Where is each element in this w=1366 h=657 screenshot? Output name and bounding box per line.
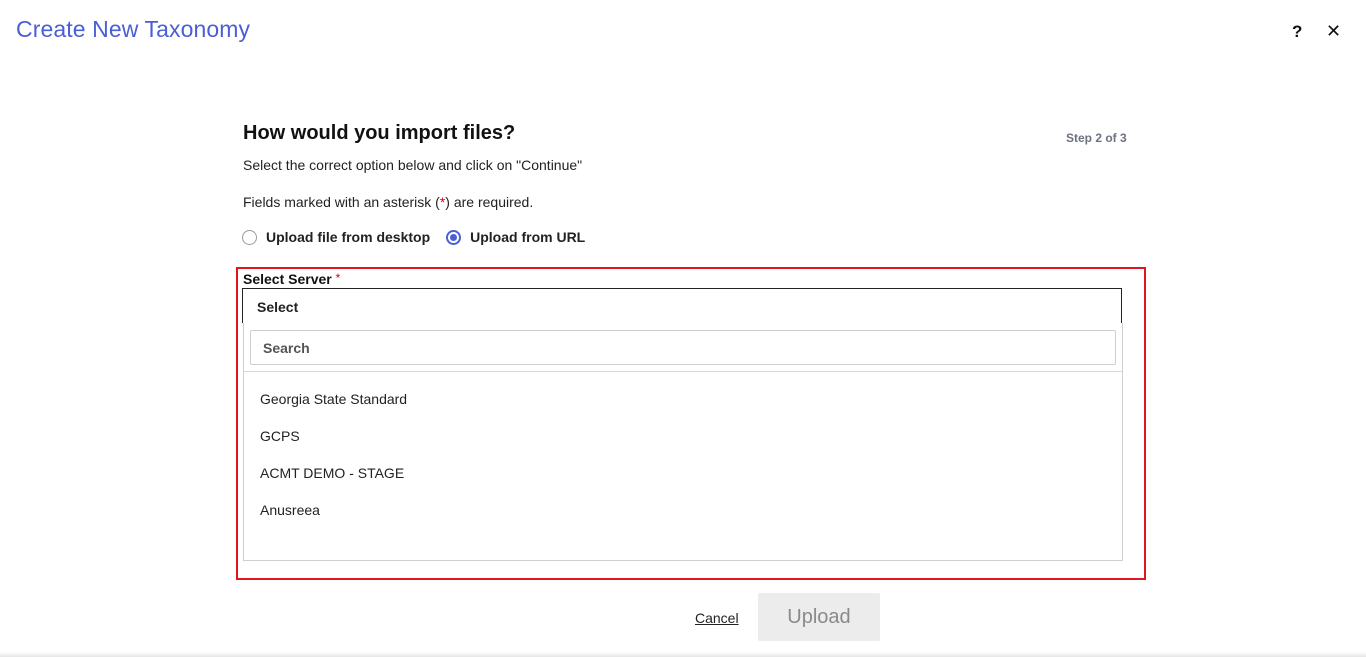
select-server-required-marker: * xyxy=(335,271,341,285)
radio-option-upload-url[interactable]: Upload from URL xyxy=(446,229,585,245)
radio-label-upload-url: Upload from URL xyxy=(470,229,586,245)
cancel-link[interactable]: Cancel xyxy=(695,610,739,626)
required-note-suffix: ) are required. xyxy=(445,194,534,210)
select-server-label: Select Server * xyxy=(243,271,340,287)
required-note-prefix: Fields marked with an asterisk ( xyxy=(243,194,440,210)
required-note: Fields marked with an asterisk (*) are r… xyxy=(243,194,533,210)
dialog-title: Create New Taxonomy xyxy=(16,16,251,42)
step-indicator: Step 2 of 3 xyxy=(1066,131,1127,145)
bottom-edge-shadow xyxy=(0,652,1366,657)
help-icon[interactable]: ? xyxy=(1292,22,1302,42)
form-heading: How would you import files? xyxy=(243,122,516,144)
server-option-anusreea[interactable]: Anusreea xyxy=(244,495,1122,532)
instruction-text: Select the correct option below and clic… xyxy=(243,157,583,173)
server-search-field xyxy=(250,330,1116,365)
server-dropdown-panel: Georgia State Standard GCPS ACMT DEMO - … xyxy=(243,323,1123,561)
import-method-radio-group: Upload file from desktop Upload from URL xyxy=(242,229,585,245)
server-search-input[interactable] xyxy=(251,331,1115,364)
select-server-label-text: Select Server xyxy=(243,271,332,287)
dropdown-divider xyxy=(244,371,1122,372)
radio-button-unchecked[interactable] xyxy=(242,229,257,245)
server-option-gcps[interactable]: GCPS xyxy=(244,421,1122,458)
radio-label-upload-desktop: Upload file from desktop xyxy=(266,229,431,245)
server-option-georgia-state-standard[interactable]: Georgia State Standard xyxy=(244,384,1122,421)
radio-option-upload-desktop[interactable]: Upload file from desktop xyxy=(242,229,430,245)
close-icon[interactable]: ✕ xyxy=(1326,21,1341,42)
server-select-dropdown[interactable]: Select xyxy=(242,288,1122,323)
server-option-list: Georgia State Standard GCPS ACMT DEMO - … xyxy=(244,384,1122,532)
upload-button[interactable]: Upload xyxy=(758,593,880,641)
server-option-acmt-demo-stage[interactable]: ACMT DEMO - STAGE xyxy=(244,458,1122,495)
server-select-value: Select xyxy=(257,299,299,315)
radio-button-checked[interactable] xyxy=(446,229,462,245)
